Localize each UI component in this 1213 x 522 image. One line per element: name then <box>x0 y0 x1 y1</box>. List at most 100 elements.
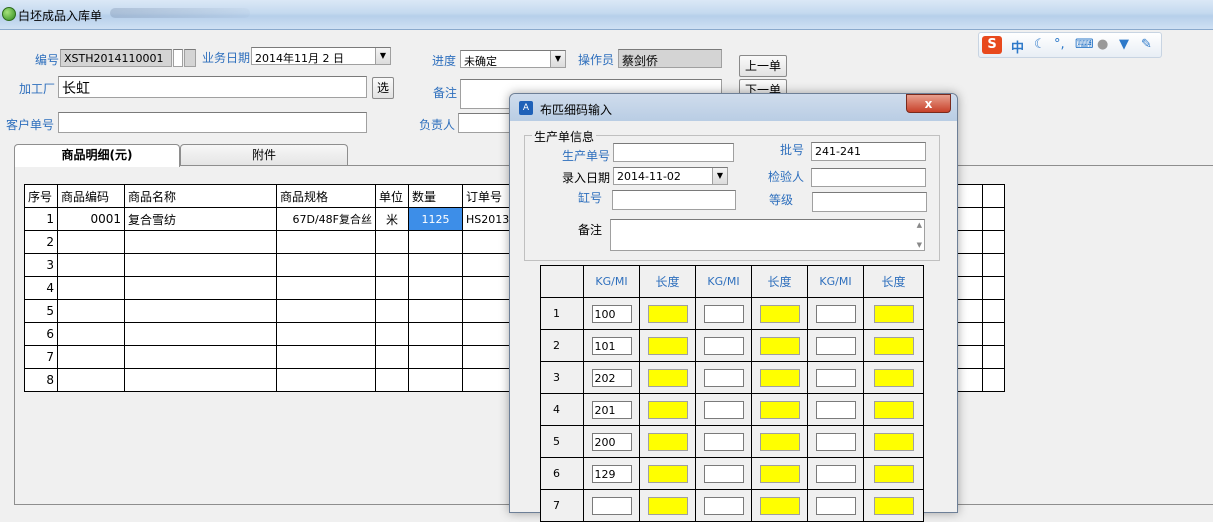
goods-name-cell[interactable]: 复合雪纺 <box>124 207 277 231</box>
cell[interactable] <box>408 299 463 323</box>
weight-input[interactable] <box>591 496 632 515</box>
cell[interactable] <box>124 253 277 277</box>
goods-code-cell[interactable]: 0001 <box>57 207 125 231</box>
weight-input[interactable]: 200 <box>591 432 632 451</box>
weight-input[interactable] <box>703 496 744 515</box>
cell[interactable] <box>57 299 125 323</box>
cell[interactable] <box>276 230 376 254</box>
cell[interactable] <box>408 322 463 346</box>
cell[interactable] <box>982 368 1005 392</box>
length-input[interactable] <box>647 400 688 419</box>
cell[interactable] <box>57 230 125 254</box>
weight-input[interactable]: 202 <box>591 368 632 387</box>
chevron-down-icon[interactable]: ▼ <box>375 48 390 64</box>
col-header[interactable]: 序号 <box>24 184 58 208</box>
length-input[interactable] <box>647 496 688 515</box>
date-picker[interactable]: 2014年11月 2 日 ▼ <box>251 47 391 65</box>
col-header[interactable] <box>982 184 1005 208</box>
length-input[interactable] <box>873 496 914 515</box>
cell[interactable] <box>124 322 277 346</box>
cell[interactable] <box>982 276 1005 300</box>
length-input[interactable] <box>873 464 914 483</box>
cell[interactable] <box>276 322 376 346</box>
length-input[interactable] <box>873 368 914 387</box>
length-input[interactable] <box>759 304 800 323</box>
length-input[interactable] <box>873 304 914 323</box>
punctuation-icon[interactable]: °, <box>1054 37 1065 52</box>
customer-order-field[interactable] <box>58 112 367 133</box>
weight-input[interactable] <box>703 400 744 419</box>
weight-input[interactable] <box>703 336 744 355</box>
chevron-down-icon[interactable]: ▼ <box>550 51 565 67</box>
cell[interactable] <box>982 322 1005 346</box>
length-input[interactable] <box>873 400 914 419</box>
cell[interactable] <box>124 276 277 300</box>
cell[interactable] <box>57 276 125 300</box>
weight-input[interactable] <box>815 400 856 419</box>
cell[interactable] <box>124 230 277 254</box>
cell[interactable] <box>375 276 409 300</box>
cell[interactable] <box>375 253 409 277</box>
weight-input[interactable] <box>815 432 856 451</box>
cell[interactable] <box>375 345 409 369</box>
tab-goods-detail[interactable]: 商品明细(元) <box>14 144 180 167</box>
length-input[interactable] <box>647 304 688 323</box>
length-input[interactable] <box>647 432 688 451</box>
cell[interactable] <box>124 299 277 323</box>
cell[interactable] <box>408 276 463 300</box>
entry-date-picker[interactable]: 2014-11-02 ▼ <box>613 167 728 185</box>
length-input[interactable] <box>647 336 688 355</box>
weight-input[interactable] <box>815 368 856 387</box>
cell[interactable] <box>408 253 463 277</box>
col-header[interactable]: 数量 <box>408 184 463 208</box>
weight-input[interactable]: 100 <box>591 304 632 323</box>
grade-field[interactable] <box>812 192 927 212</box>
weight-input[interactable] <box>703 368 744 387</box>
cell[interactable] <box>408 345 463 369</box>
code-spinner[interactable] <box>173 49 183 67</box>
goods-spec-cell[interactable]: 67D/48F复合丝 <box>276 207 376 231</box>
cell[interactable] <box>124 345 277 369</box>
user-icon[interactable]: ● <box>1097 37 1108 52</box>
weight-input[interactable] <box>703 304 744 323</box>
cell[interactable] <box>375 322 409 346</box>
quantity-cell[interactable]: 1125 <box>408 207 463 231</box>
chevron-down-icon[interactable]: ▼ <box>712 168 727 184</box>
cell[interactable] <box>57 322 125 346</box>
cell[interactable] <box>57 253 125 277</box>
weight-input[interactable]: 201 <box>591 400 632 419</box>
cell[interactable] <box>982 345 1005 369</box>
weight-input[interactable]: 129 <box>591 464 632 483</box>
length-input[interactable] <box>759 336 800 355</box>
cell[interactable] <box>982 253 1005 277</box>
select-factory-button[interactable]: 选 <box>372 77 394 99</box>
dialog-remark-field[interactable]: ▲ ▼ <box>610 219 925 251</box>
weight-input[interactable] <box>815 464 856 483</box>
ime-toolbar[interactable]: S 中 ☾ °, ⌨ ● ▼ ✎ <box>978 32 1162 58</box>
cell[interactable] <box>982 230 1005 254</box>
batch-field[interactable]: 241-241 <box>811 142 926 161</box>
length-input[interactable] <box>759 400 800 419</box>
progress-select[interactable]: 未确定 ▼ <box>460 50 566 68</box>
factory-field[interactable]: 长虹 <box>58 76 367 98</box>
code-spinner-2[interactable] <box>184 49 196 67</box>
cell[interactable] <box>276 345 376 369</box>
tab-attachments[interactable]: 附件 <box>180 144 348 166</box>
length-input[interactable] <box>873 336 914 355</box>
length-input[interactable] <box>647 368 688 387</box>
length-input[interactable] <box>759 368 800 387</box>
code-field[interactable]: XSTH2014110001 <box>60 49 172 67</box>
cell[interactable] <box>276 299 376 323</box>
dialog-titlebar[interactable]: A 布匹细码输入 x <box>510 94 957 121</box>
empty-cell[interactable] <box>982 207 1005 231</box>
scroll-up-icon[interactable]: ▲ <box>917 221 922 229</box>
close-button[interactable]: x <box>906 94 951 113</box>
skin-icon[interactable]: ▼ <box>1119 37 1129 52</box>
unit-cell[interactable]: 米 <box>375 207 409 231</box>
col-header[interactable]: 商品编码 <box>57 184 125 208</box>
length-input[interactable] <box>647 464 688 483</box>
length-input[interactable] <box>759 464 800 483</box>
length-input[interactable] <box>873 432 914 451</box>
vat-field[interactable] <box>612 190 736 210</box>
col-header[interactable]: 单位 <box>375 184 409 208</box>
